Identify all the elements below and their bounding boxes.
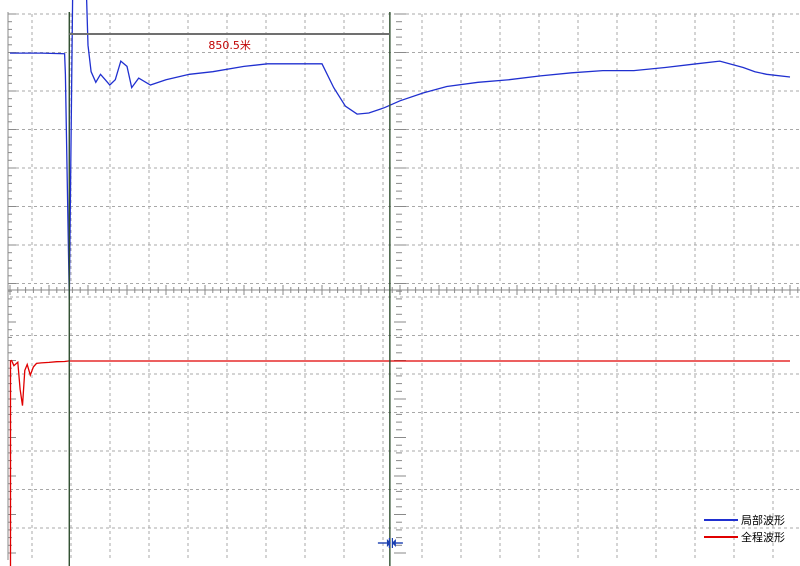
legend-label-full: 全程波形 xyxy=(741,530,785,544)
waveform-scope-chart: 850.5米 局部波形 全程波形 xyxy=(0,0,800,566)
distance-label: 850.5米 xyxy=(208,39,251,52)
legend-label-local: 局部波形 xyxy=(741,513,785,527)
